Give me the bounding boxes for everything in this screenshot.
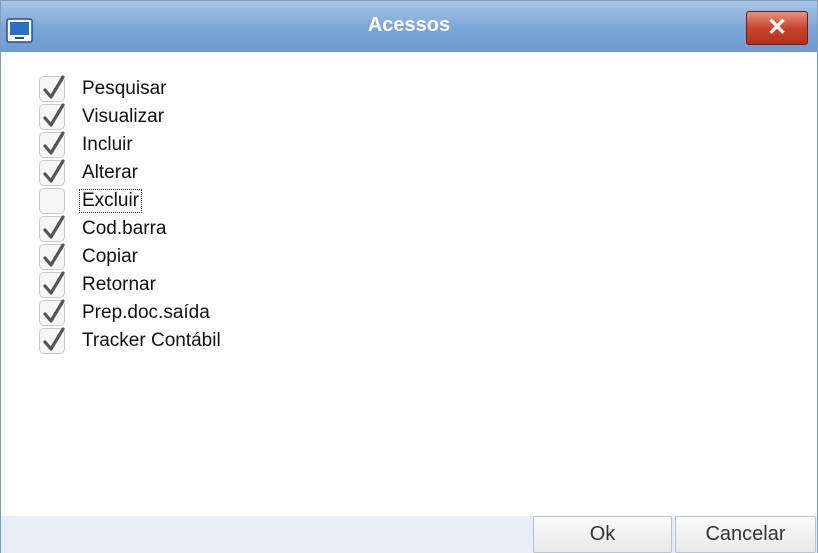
permission-item[interactable]: Pesquisar (39, 75, 439, 102)
permission-item[interactable]: Incluir (39, 131, 439, 158)
permission-label: Prep.doc.saída (82, 302, 210, 323)
close-button[interactable]: ✕ (746, 11, 808, 45)
dialog-title: Acessos (367, 14, 451, 36)
permission-label: Excluir (78, 189, 143, 213)
permission-label: Tracker Contábil (82, 330, 221, 351)
checkbox-tracker-contabil[interactable] (39, 327, 65, 354)
permission-label: Cod.barra (82, 218, 167, 239)
cancel-button[interactable]: Cancelar (675, 516, 816, 553)
checkbox-visualizar[interactable] (39, 103, 65, 130)
permission-label: Retornar (82, 274, 156, 295)
permission-label: Copiar (82, 246, 138, 267)
close-icon: ✕ (766, 14, 788, 41)
permission-item[interactable]: Tracker Contábil (39, 327, 439, 354)
permission-item[interactable]: Retornar (39, 271, 439, 298)
checkbox-incluir[interactable] (39, 131, 65, 158)
permission-label: Alterar (82, 162, 138, 183)
checkbox-cod-barra[interactable] (39, 215, 65, 242)
checkbox-copiar[interactable] (39, 243, 65, 270)
checkbox-excluir[interactable] (39, 188, 65, 214)
permission-item[interactable]: Excluir (39, 188, 439, 214)
permission-item[interactable]: Alterar (39, 159, 439, 186)
checkbox-retornar[interactable] (39, 271, 65, 298)
checkbox-alterar[interactable] (39, 159, 65, 186)
dialog-window: Acessos ✕ Pesquisar Visualizar Incluir A… (0, 0, 818, 553)
permission-item[interactable]: Cod.barra (39, 215, 439, 242)
ok-button[interactable]: Ok (533, 516, 672, 553)
permission-label: Incluir (82, 134, 133, 155)
permission-item[interactable]: Visualizar (39, 103, 439, 130)
permission-item[interactable]: Prep.doc.saída (39, 299, 439, 326)
permissions-list: Pesquisar Visualizar Incluir Alterar Exc… (1, 52, 817, 516)
title-bar[interactable]: Acessos ✕ (1, 1, 817, 52)
dialog-footer: Ok Cancelar (1, 516, 817, 553)
permission-label: Pesquisar (82, 78, 167, 99)
permission-label: Visualizar (82, 106, 165, 127)
permission-item[interactable]: Copiar (39, 243, 439, 270)
checkbox-pesquisar[interactable] (39, 75, 65, 102)
checkbox-prep-doc-saida[interactable] (39, 299, 65, 326)
